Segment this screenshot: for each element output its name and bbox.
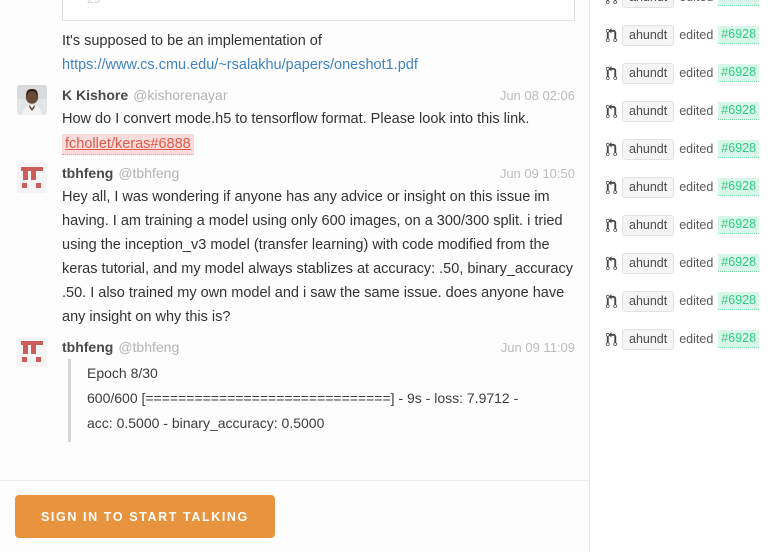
activity-item[interactable]: ahundt edited #6928 — [590, 244, 784, 282]
message-blockquote: Epoch 8/30 600/600 [====================… — [68, 359, 575, 442]
avatar-photo-image — [17, 85, 47, 115]
activity-item[interactable]: ahundt edited #6928 — [590, 0, 784, 16]
activity-item[interactable]: ahundt edited #6928 — [590, 320, 784, 358]
message-text: It's supposed to be an implementation of — [62, 33, 322, 49]
code-block-truncated: 29 — [62, 0, 575, 21]
message-author-handle[interactable]: @kishorenayar — [133, 85, 227, 105]
activity-verb: edited — [679, 256, 714, 270]
activity-username[interactable]: ahundt — [622, 24, 675, 46]
activity-verb: edited — [679, 332, 714, 346]
message-body: Hey all, I was wondering if anyone has a… — [62, 189, 573, 325]
activity-verb: edited — [679, 218, 714, 232]
activity-verb: edited — [679, 0, 713, 4]
activity-sidebar[interactable]: ahundt edited #6928 ahundt edited #6928 … — [590, 0, 784, 552]
message-body: How do I convert mode.h5 to tensorflow f… — [62, 107, 575, 131]
avatar[interactable] — [17, 163, 47, 193]
git-pull-request-icon — [600, 217, 622, 233]
activity-item[interactable]: ahundt edited #6928 — [590, 92, 784, 130]
git-pull-request-icon — [600, 179, 622, 195]
git-pull-request-icon — [600, 255, 622, 271]
message-author-name[interactable]: tbhfeng — [62, 163, 113, 183]
blockquote-line: acc: 0.5000 - binary_accuracy: 0.5000 — [87, 415, 325, 431]
activity-issue-link[interactable]: #6928 — [718, 64, 760, 82]
git-pull-request-icon — [600, 293, 622, 309]
activity-verb: edited — [679, 104, 714, 118]
message-body: It's supposed to be an implementation of… — [62, 29, 575, 77]
git-pull-request-icon — [600, 65, 622, 81]
chat-message-tbhfeng-2: tbhfeng @tbhfeng Jun 09 11:09 Epoch 8/30… — [0, 333, 589, 446]
paper-link[interactable]: https://www.cs.cmu.edu/~rsalakhu/papers/… — [62, 57, 418, 73]
message-timestamp: Jun 08 02:06 — [499, 88, 575, 103]
activity-username[interactable]: ahundt — [622, 252, 675, 274]
activity-issue-link[interactable]: #6928 — [718, 140, 760, 158]
activity-verb: edited — [679, 142, 714, 156]
activity-issue-link[interactable]: #6928 — [718, 254, 760, 272]
activity-issue-link[interactable]: #6928 — [718, 216, 760, 234]
activity-issue-link[interactable]: #6928 — [718, 102, 760, 120]
activity-username[interactable]: ahundt — [622, 176, 675, 198]
chat-message-list[interactable]: 29 It's supposed to be an implementation… — [0, 0, 589, 480]
activity-username[interactable]: ahundt — [622, 0, 675, 8]
chat-column: 29 It's supposed to be an implementation… — [0, 0, 590, 552]
activity-verb: edited — [679, 180, 714, 194]
activity-item[interactable]: ahundt edited #6928 — [590, 168, 784, 206]
activity-item[interactable]: ahundt edited #6928 — [590, 54, 784, 92]
message-text: How do I convert mode.h5 to tensorflow f… — [62, 111, 530, 127]
activity-issue-link[interactable]: #6928 — [718, 330, 760, 348]
signin-bar: SIGN IN TO START TALKING — [0, 480, 589, 552]
chat-message-partial: It's supposed to be an implementation of… — [0, 29, 589, 81]
activity-issue-link[interactable]: #6928 — [718, 292, 760, 310]
code-line-number: 29 — [86, 0, 101, 7]
chat-message-kishore: K Kishore @kishorenayar Jun 08 02:06 How… — [0, 81, 589, 159]
avatar-identicon — [17, 337, 47, 367]
message-header: tbhfeng @tbhfeng Jun 09 10:50 — [62, 163, 575, 184]
message-timestamp: Jun 09 10:50 — [499, 166, 575, 181]
git-pull-request-icon — [600, 331, 622, 347]
git-pull-request-icon — [600, 141, 622, 157]
chat-message-tbhfeng-1: tbhfeng @tbhfeng Jun 09 10:50 Hey all, I… — [0, 159, 589, 333]
avatar-identicon — [17, 163, 47, 193]
activity-username[interactable]: ahundt — [622, 328, 675, 350]
sign-in-to-start-talking-button[interactable]: SIGN IN TO START TALKING — [15, 495, 275, 538]
message-author-name[interactable]: K Kishore — [62, 85, 128, 105]
message-timestamp: Jun 09 11:09 — [500, 340, 575, 355]
activity-issue-link[interactable]: #6928 — [718, 178, 760, 196]
activity-verb: edited — [679, 294, 714, 308]
message-author-handle[interactable]: @tbhfeng — [118, 163, 179, 183]
git-pull-request-icon — [600, 0, 622, 5]
avatar[interactable] — [17, 337, 47, 367]
avatar-photo — [17, 85, 47, 115]
message-author-handle[interactable]: @tbhfeng — [118, 337, 179, 357]
git-pull-request-icon — [600, 27, 622, 43]
git-pull-request-icon — [600, 103, 622, 119]
activity-username[interactable]: ahundt — [622, 62, 675, 84]
activity-issue-link[interactable]: #6928 — [718, 26, 760, 44]
message-header: tbhfeng @tbhfeng Jun 09 11:09 — [62, 337, 575, 358]
issue-reference-badge[interactable]: fchollet/keras#6888 — [62, 134, 194, 155]
blockquote-line: Epoch 8/30 — [87, 365, 158, 381]
activity-issue-link[interactable]: #6928 — [718, 0, 760, 6]
avatar[interactable] — [17, 85, 47, 115]
activity-username[interactable]: ahundt — [622, 100, 675, 122]
message-header: K Kishore @kishorenayar Jun 08 02:06 — [62, 85, 575, 106]
activity-verb: edited — [679, 66, 714, 80]
message-author-name[interactable]: tbhfeng — [62, 337, 113, 357]
activity-item[interactable]: ahundt edited #6928 — [590, 282, 784, 320]
activity-verb: edited — [679, 28, 714, 42]
activity-username[interactable]: ahundt — [622, 290, 675, 312]
activity-username[interactable]: ahundt — [622, 214, 675, 236]
activity-item[interactable]: ahundt edited #6928 — [590, 16, 784, 54]
activity-item[interactable]: ahundt edited #6928 — [590, 130, 784, 168]
activity-list: ahundt edited #6928 ahundt edited #6928 … — [590, 0, 784, 358]
activity-username[interactable]: ahundt — [622, 138, 675, 160]
activity-item[interactable]: ahundt edited #6928 — [590, 206, 784, 244]
blockquote-line: 600/600 [==============================]… — [87, 390, 519, 406]
gitter-chat-app: 29 It's supposed to be an implementation… — [0, 0, 784, 552]
